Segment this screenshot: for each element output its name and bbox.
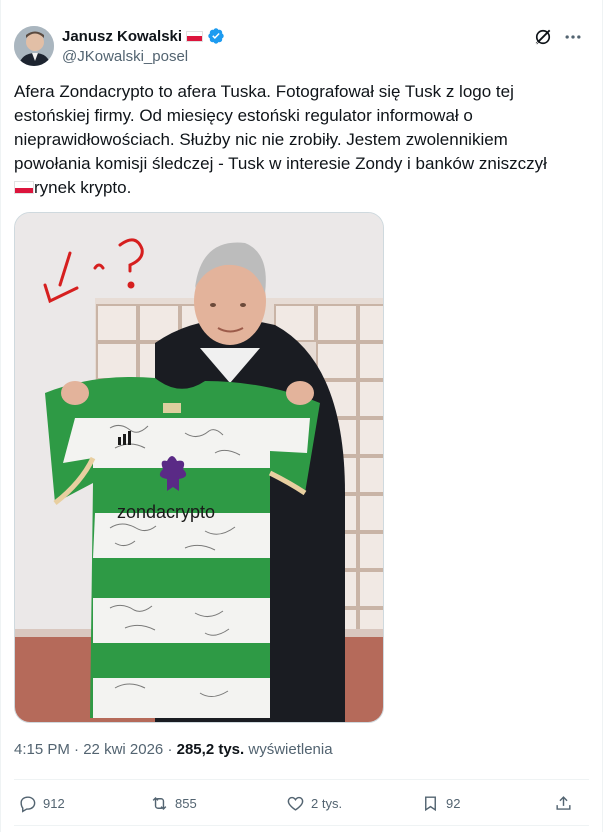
repost-icon [152, 796, 167, 810]
divider [14, 779, 589, 780]
shirt-sponsor-text: zondacrypto [117, 502, 215, 522]
meta-separator: · [69, 741, 84, 758]
meta-separator: · [163, 741, 177, 758]
bookmark-icon [425, 795, 436, 811]
reply-count: 912 [43, 795, 65, 811]
poland-flag-icon [14, 181, 34, 194]
bookmark-count: 92 [446, 795, 461, 811]
share-button[interactable] [554, 792, 573, 814]
avatar[interactable] [14, 26, 54, 66]
share-icon [556, 795, 571, 810]
poland-flag-icon [186, 30, 204, 42]
tweet-photo[interactable]: zondacrypto [14, 212, 384, 723]
user-block: Janusz Kowalski @JKowalski_posel [62, 26, 225, 65]
tweet-text-body: Afera Zondacrypto to afera Tuska. Fotogr… [14, 82, 547, 173]
verified-badge-icon[interactable] [207, 27, 225, 45]
views-count: 285,2 tys. [176, 741, 245, 758]
tweet-meta: 4:15 PM · 22 kwi 2026 · 285,2 tys. wyświ… [14, 741, 333, 758]
handle[interactable]: @JKowalski_posel [62, 48, 225, 65]
grok-icon[interactable] [533, 27, 553, 47]
repost-button[interactable]: 855 [150, 792, 197, 814]
action-bar: 912 855 2 tys. 92 [14, 792, 574, 814]
reply-icon [20, 795, 36, 813]
like-count: 2 tys. [311, 795, 343, 811]
tweet-date[interactable]: 22 kwi 2026 [83, 741, 163, 758]
tweet-text-tail: rynek krypto. [34, 178, 132, 197]
display-name[interactable]: Janusz Kowalski [62, 28, 182, 45]
right-border [602, 0, 603, 832]
tweet-time[interactable]: 4:15 PM [14, 741, 70, 758]
views-label: wyświetlenia [248, 741, 333, 758]
like-button[interactable]: 2 tys. [286, 792, 342, 814]
more-icon[interactable] [562, 27, 584, 47]
bookmark-button[interactable]: 92 [421, 792, 460, 814]
tweet-header: Janusz Kowalski @JKowalski_posel [14, 24, 584, 70]
tweet-text: Afera Zondacrypto to afera Tuska. Fotogr… [14, 80, 574, 200]
repost-count: 855 [175, 795, 197, 811]
like-icon [287, 796, 304, 811]
reply-button[interactable]: 912 [18, 792, 65, 814]
divider [14, 825, 589, 826]
left-border [0, 0, 1, 832]
name-row: Janusz Kowalski [62, 26, 225, 46]
